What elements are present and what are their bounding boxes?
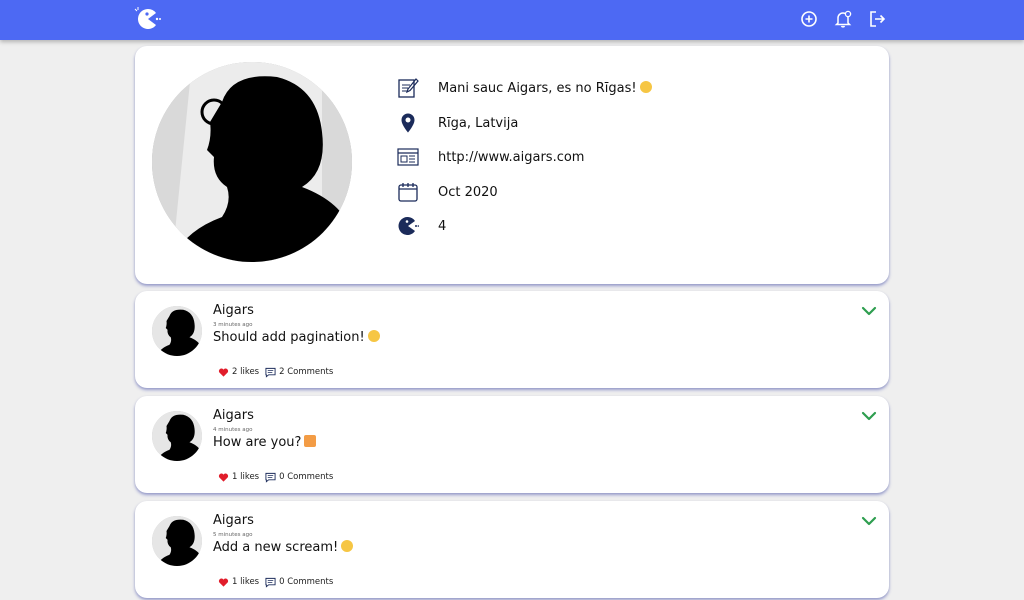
scream-username[interactable]: Aigars — [213, 303, 254, 318]
location-row: Rīga, Latvija — [397, 111, 518, 135]
screams-count-row: 4 — [397, 214, 446, 238]
website-row: http://www.aigars.com — [397, 145, 584, 169]
profile-website-link[interactable]: http://www.aigars.com — [438, 150, 584, 165]
comment-bubble-icon[interactable] — [264, 576, 276, 588]
scream-timestamp: 5 minutes ago — [213, 532, 253, 538]
scream-timestamp: 3 minutes ago — [213, 322, 253, 328]
chevron-down-icon — [861, 516, 877, 526]
profile-screams-count: 4 — [438, 218, 447, 234]
scream-card: Aigars 5 minutes ago Add a new scream! 1… — [135, 501, 889, 598]
like-heart-icon[interactable] — [217, 576, 229, 588]
scream-body: Should add pagination! — [213, 330, 380, 345]
like-heart-icon[interactable] — [217, 471, 229, 483]
likes-count: 1 likes — [232, 577, 260, 587]
pacman-logo-icon — [397, 215, 419, 237]
logout-icon — [870, 11, 886, 27]
add-circle-icon — [801, 11, 817, 27]
profile-card: Mani sauc Aigars, es no Rīgas! Rīga, Lat… — [135, 46, 889, 284]
thinking-face-emoji-icon — [367, 330, 380, 342]
location-pin-icon — [397, 112, 419, 134]
scream-timestamp: 4 minutes ago — [213, 427, 253, 433]
likes-count: 2 likes — [232, 367, 260, 377]
bio-row: Mani sauc Aigars, es no Rīgas! — [397, 76, 652, 100]
logout-button[interactable] — [867, 9, 887, 29]
scream-actions: 1 likes 0 Comments — [217, 576, 338, 588]
party-popper-emoji-icon — [304, 435, 317, 447]
silly-face-emoji-icon — [639, 80, 652, 93]
profile-bio: Mani sauc Aigars, es no Rīgas! — [438, 80, 652, 96]
joined-row: Oct 2020 — [397, 180, 498, 204]
scream-actions: 1 likes 0 Comments — [217, 471, 338, 483]
silly-face-emoji-icon — [341, 540, 354, 552]
chevron-down-icon — [861, 411, 877, 421]
notepad-pen-icon — [397, 77, 419, 99]
expand-scream-button[interactable] — [860, 408, 878, 422]
pacman-logo-icon[interactable] — [134, 7, 162, 31]
like-heart-icon[interactable] — [217, 366, 229, 378]
profile-joined-date: Oct 2020 — [438, 184, 498, 200]
chevron-down-icon — [861, 306, 877, 316]
scream-card: Aigars 3 minutes ago Should add paginati… — [135, 291, 889, 388]
comment-bubble-icon[interactable] — [264, 366, 276, 378]
scream-avatar[interactable] — [152, 411, 202, 461]
add-scream-button[interactable] — [799, 9, 819, 29]
comments-count: 2 Comments — [279, 367, 334, 377]
profile-location: Rīga, Latvija — [438, 115, 519, 131]
notifications-button[interactable] — [833, 9, 853, 29]
scream-avatar[interactable] — [152, 516, 202, 566]
scream-card: Aigars 4 minutes ago How are you? 1 like… — [135, 396, 889, 493]
comments-count: 0 Comments — [279, 577, 334, 587]
comments-count: 0 Comments — [279, 472, 334, 482]
scream-username[interactable]: Aigars — [213, 408, 254, 423]
comment-bubble-icon[interactable] — [264, 471, 276, 483]
scream-username[interactable]: Aigars — [213, 513, 254, 528]
profile-avatar[interactable] — [152, 62, 352, 262]
scream-body: Add a new scream! — [213, 540, 354, 555]
scream-body: How are you? — [213, 435, 317, 450]
expand-scream-button[interactable] — [860, 303, 878, 317]
expand-scream-button[interactable] — [860, 513, 878, 527]
notification-bell-icon — [834, 10, 852, 28]
browser-page-icon — [397, 146, 419, 168]
scream-avatar[interactable] — [152, 306, 202, 356]
navbar — [0, 0, 1024, 40]
likes-count: 1 likes — [232, 472, 260, 482]
scream-actions: 2 likes 2 Comments — [217, 366, 338, 378]
calendar-icon — [397, 181, 419, 203]
